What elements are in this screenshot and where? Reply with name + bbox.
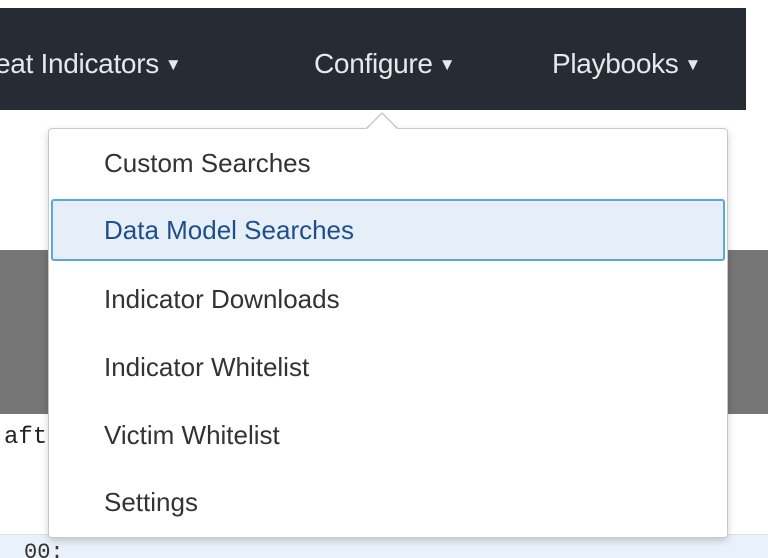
menu-item-indicator-whitelist[interactable]: Indicator Whitelist [51,336,725,398]
code-snippet-2: 00: [24,540,64,558]
menu-item-custom-searches[interactable]: Custom Searches [51,132,725,194]
menu-item-data-model-searches[interactable]: Data Model Searches [51,199,725,261]
caret-down-icon: ▼ [438,55,456,74]
caret-down-icon: ▼ [164,55,182,74]
dropdown-pointer [366,114,398,130]
nav-threat-indicators-label: reat Indicators [0,48,159,79]
nav-playbooks-label: Playbooks [552,48,679,79]
nav-threat-indicators[interactable]: reat Indicators ▼ [0,48,182,80]
top-navbar-area: reat Indicators ▼ Configure ▼ Playbooks ▼ [0,0,768,110]
menu-item-victim-whitelist[interactable]: Victim Whitelist [51,404,725,466]
nav-configure-label: Configure [314,48,433,79]
menu-item-settings[interactable]: Settings [51,471,725,533]
nav-configure[interactable]: Configure ▼ [314,48,456,80]
top-navbar: reat Indicators ▼ Configure ▼ Playbooks ▼ [0,8,746,110]
nav-playbooks[interactable]: Playbooks ▼ [552,48,701,80]
page: reat Indicators ▼ Configure ▼ Playbooks ▼ a… [0,0,768,558]
caret-down-icon: ▼ [684,55,702,74]
menu-item-indicator-downloads[interactable]: Indicator Downloads [51,268,725,330]
code-snippet: aft [4,424,48,451]
configure-dropdown-menu: Custom Searches Data Model Searches Indi… [48,128,728,538]
